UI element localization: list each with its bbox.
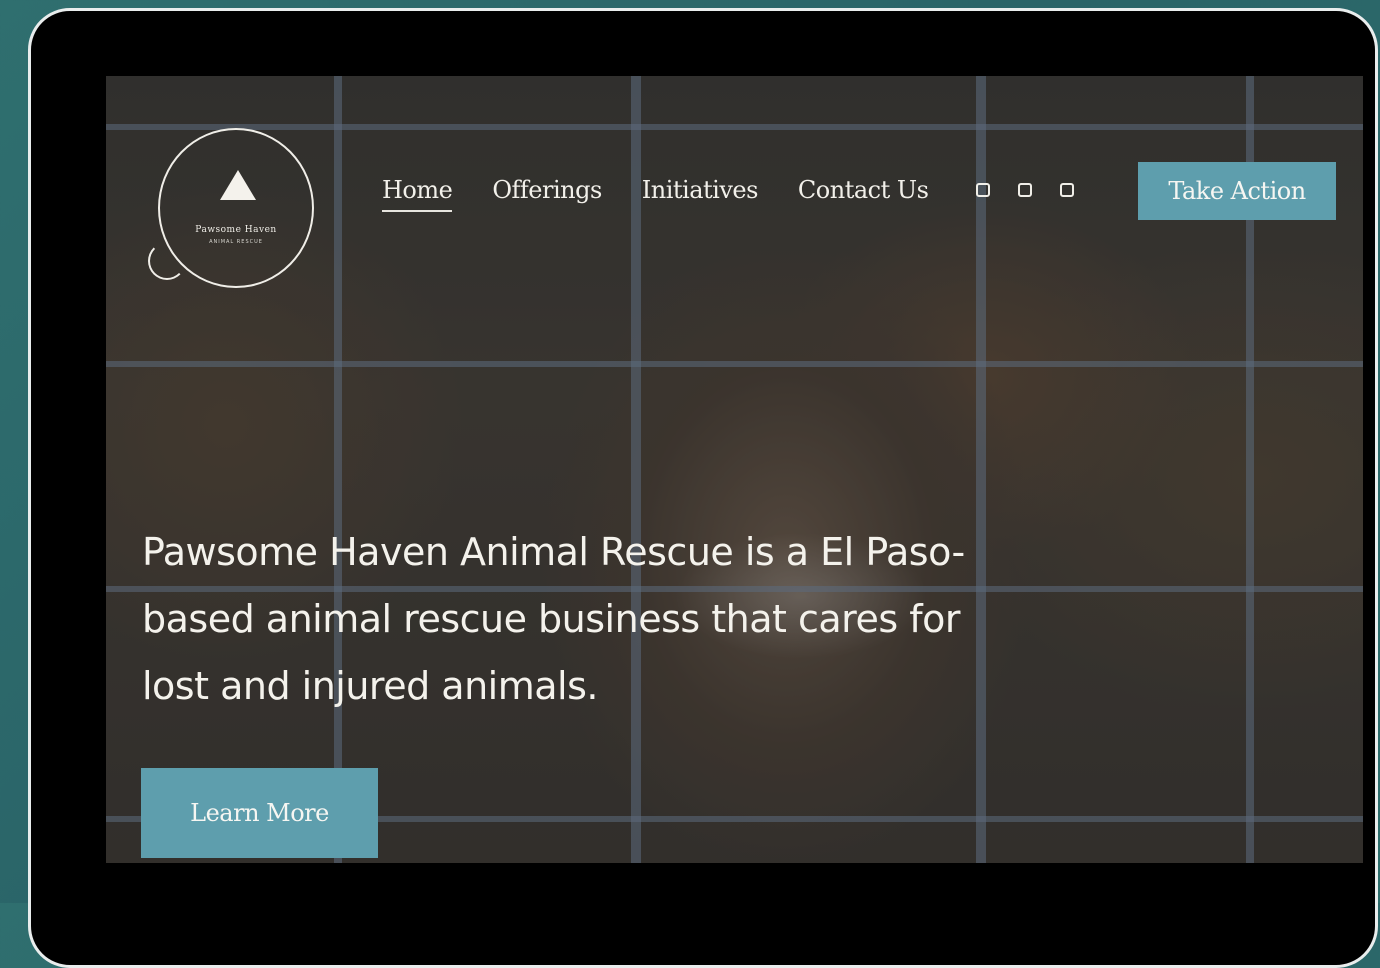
- logo-tagline: ANIMAL RESCUE: [209, 239, 263, 245]
- take-action-button[interactable]: Take Action: [1138, 162, 1336, 220]
- nav-contact-us[interactable]: Contact Us: [798, 176, 929, 204]
- logo-name: Pawsome Haven: [195, 225, 277, 235]
- swirl-ornament: [148, 242, 186, 280]
- instagram-icon[interactable]: [1018, 183, 1033, 197]
- hero-headline-line: Pawsome Haven Animal Rescue is a El Paso…: [142, 530, 965, 574]
- social-links: [976, 183, 1075, 197]
- nav-initiatives[interactable]: Initiatives: [642, 176, 759, 204]
- hero-section: Pawsome Haven ANIMAL RESCUE Home Offerin…: [106, 76, 1363, 863]
- learn-more-button[interactable]: Learn More: [141, 768, 378, 858]
- twitter-icon[interactable]: [1060, 183, 1075, 197]
- hero-headline-line: lost and injured animals.: [142, 664, 598, 708]
- nav-home[interactable]: Home: [382, 176, 453, 212]
- dog-head-icon: [220, 170, 256, 200]
- laptop-frame: Pawsome Haven ANIMAL RESCUE Home Offerin…: [28, 8, 1378, 968]
- hero-headline-line: based animal rescue business that cares …: [142, 597, 960, 641]
- hero-headline: Pawsome Haven Animal Rescue is a El Paso…: [142, 519, 1042, 720]
- logo[interactable]: Pawsome Haven ANIMAL RESCUE: [148, 128, 314, 288]
- facebook-icon[interactable]: [976, 183, 991, 197]
- nav-offerings[interactable]: Offerings: [492, 176, 602, 204]
- main-nav: Home Offerings Initiatives Contact Us: [382, 176, 1075, 212]
